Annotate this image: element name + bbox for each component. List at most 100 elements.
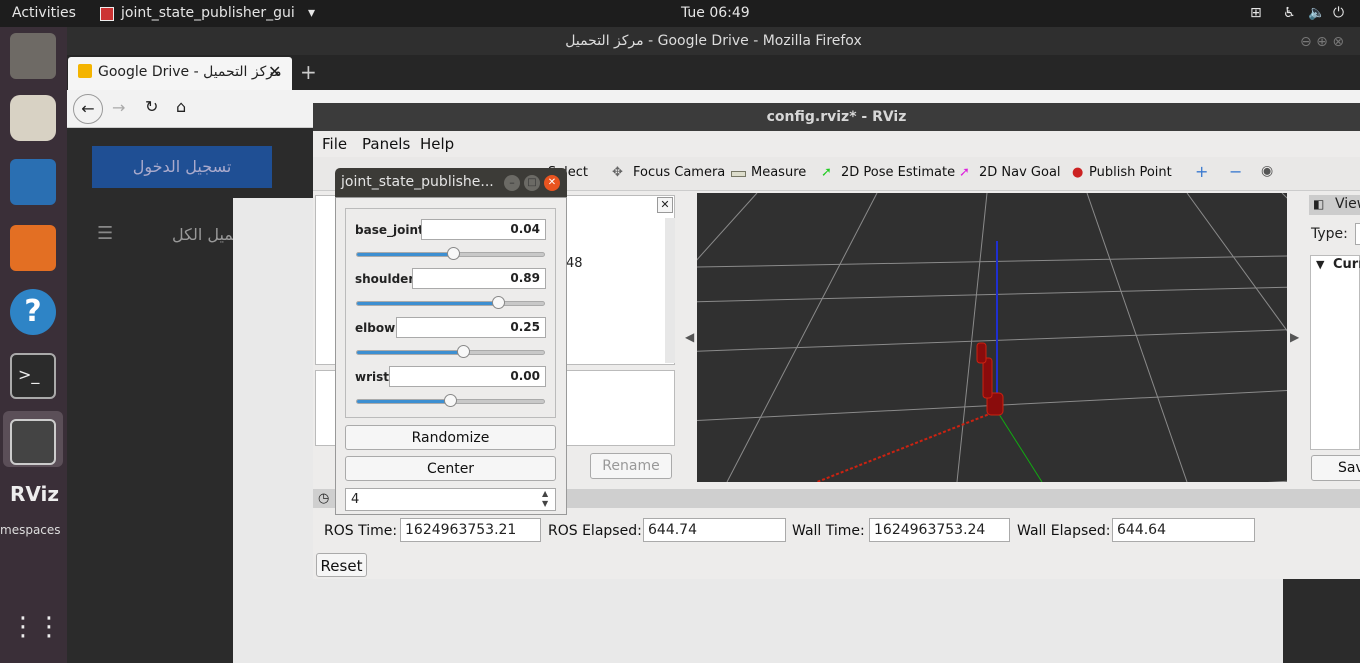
files-icon[interactable] [10, 33, 56, 79]
elbow-label: elbow [355, 321, 396, 335]
writer-icon[interactable] [10, 159, 56, 205]
network-icon[interactable]: ⊞ [1250, 5, 1262, 21]
views-icon: ◧ [1313, 197, 1325, 211]
firefox-tab[interactable]: مركز التحميل - Google Drive ✕ [68, 57, 292, 90]
clock[interactable]: Tue 06:49 [681, 5, 750, 21]
list-icon[interactable]: ☰ [97, 223, 113, 244]
slider-fill [357, 351, 464, 354]
tool-measure[interactable]: Measure [751, 165, 806, 180]
app-menu[interactable]: joint_state_publisher_gui [121, 5, 295, 21]
time-panel: ROS Time: 1624963753.21 ROS Elapsed: 644… [313, 510, 1360, 578]
dock: ? >_ RViz mespaces ⋮⋮ [0, 27, 67, 663]
close-panel-icon[interactable]: ✕ [657, 197, 673, 213]
map-pin-icon: ● [1072, 165, 1084, 180]
rviz-menubar: File Panels Help [313, 131, 1360, 156]
ruler-icon [731, 171, 746, 177]
base-joint-field[interactable]: 0.04 [421, 219, 546, 240]
minimize-icon[interactable]: – [504, 175, 520, 191]
menu-file[interactable]: File [322, 135, 347, 153]
eye-icon[interactable]: ◉ [1261, 163, 1273, 179]
power-icon[interactable]: ⏻ [1333, 5, 1344, 21]
activities-button[interactable]: Activities [12, 5, 76, 21]
expand-icon[interactable]: ▼ [1316, 258, 1324, 271]
add-tool-icon[interactable]: + [1195, 162, 1208, 181]
elbow-slider[interactable] [356, 345, 545, 358]
views-header: ◧ Views [1309, 195, 1360, 215]
rhythmbox-icon[interactable] [10, 95, 56, 141]
3d-viewport[interactable]: ◀ [697, 193, 1287, 482]
slider-knob[interactable] [457, 345, 470, 358]
spinbox-value: 4 [351, 492, 360, 507]
new-tab-button[interactable]: + [300, 60, 317, 84]
wall-time-field[interactable]: 1624963753.24 [869, 518, 1010, 542]
jsp-titlebar: joint_state_publishe... – □ ✕ [335, 168, 567, 197]
close-icon[interactable]: ✕ [544, 175, 560, 191]
spinbox[interactable]: 4 ▲ ▼ [345, 488, 556, 511]
slider-knob[interactable] [444, 394, 457, 407]
slider-knob[interactable] [492, 296, 505, 309]
wall-elapsed-label: Wall Elapsed: [1017, 523, 1111, 539]
viewport-grid [697, 193, 1287, 482]
maximize-icon[interactable]: □ [524, 175, 540, 191]
tool-2d-pose-estimate[interactable]: 2D Pose Estimate [841, 165, 955, 180]
rviz-app-icon[interactable] [10, 419, 56, 465]
elbow-field[interactable]: 0.25 [396, 317, 546, 338]
remove-tool-icon[interactable]: − [1229, 162, 1242, 181]
ros-time-field[interactable]: 1624963753.21 [400, 518, 541, 542]
current-view-label[interactable]: Curr [1333, 257, 1360, 272]
accessibility-icon[interactable]: ♿ [1283, 5, 1296, 21]
save-button[interactable]: Sav [1311, 455, 1360, 481]
slider-knob[interactable] [447, 247, 460, 260]
ros-time-label: ROS Time: [324, 523, 398, 539]
slider-fill [357, 400, 451, 403]
top-bar: Activities joint_state_publisher_gui ▾ T… [0, 0, 1360, 27]
tab-title: مركز التحميل - Google Drive [98, 64, 282, 80]
workspaces-label: mespaces [0, 523, 61, 537]
clock-icon: ◷ [318, 491, 330, 506]
shoulder-field[interactable]: 0.89 [412, 268, 546, 289]
wrist-field[interactable]: 0.00 [389, 366, 546, 387]
randomize-button[interactable]: Randomize [345, 425, 556, 450]
ros-elapsed-field[interactable]: 644.74 [643, 518, 786, 542]
software-center-icon[interactable] [10, 225, 56, 271]
show-apps-icon[interactable]: ⋮⋮ [10, 612, 62, 658]
shoulder-slider[interactable] [356, 296, 545, 309]
login-button[interactable]: تسجيل الدخول [92, 146, 272, 188]
spinbox-arrows-icon[interactable]: ▲ ▼ [542, 489, 548, 509]
display-value: 48 [566, 256, 583, 271]
ros-elapsed-label: ROS Elapsed: [548, 523, 642, 539]
wall-elapsed-field[interactable]: 644.64 [1112, 518, 1255, 542]
volume-icon[interactable]: 🔈 [1308, 5, 1325, 21]
menu-panels[interactable]: Panels [362, 135, 410, 153]
rename-button[interactable]: Rename [590, 453, 672, 479]
nav-arrow-icon: ➚ [959, 165, 970, 180]
menu-help[interactable]: Help [420, 135, 454, 153]
type-label: Type: [1311, 226, 1348, 242]
slider-fill [357, 253, 454, 256]
views-title: Views [1335, 196, 1360, 212]
tool-2d-nav-goal[interactable]: 2D Nav Goal [979, 165, 1061, 180]
window-controls[interactable]: ⊖ ⊕ ⊗ [1300, 34, 1344, 50]
firefox-title: مركز التحميل - Google Drive - Mozilla Fi… [67, 27, 1360, 55]
rviz-icon[interactable]: RViz [10, 482, 59, 528]
chevron-down-icon[interactable]: ▾ [308, 5, 315, 21]
help-icon[interactable]: ? [10, 289, 56, 335]
wrist-slider[interactable] [356, 394, 545, 407]
reset-button[interactable]: Reset [316, 553, 367, 577]
close-tab-icon[interactable]: ✕ [268, 62, 281, 81]
center-button[interactable]: Center [345, 456, 556, 481]
tool-publish-point[interactable]: Publish Point [1089, 165, 1172, 180]
tool-focus-camera[interactable]: Focus Camera [633, 165, 725, 180]
right-splitter-icon[interactable]: ▶ [1290, 330, 1299, 344]
home-icon[interactable]: ⌂ [176, 97, 186, 116]
left-splitter-icon[interactable]: ◀ [685, 330, 694, 344]
app-icon [100, 7, 114, 21]
type-select[interactable] [1355, 223, 1360, 245]
reload-icon[interactable]: ↻ [145, 97, 158, 116]
base-joint-slider[interactable] [356, 247, 545, 260]
panel-scrollbar[interactable] [665, 218, 675, 363]
terminal-icon[interactable]: >_ [10, 353, 56, 399]
views-tree: ▼ Curr [1310, 255, 1360, 450]
forward-icon[interactable]: → [112, 98, 125, 117]
back-icon[interactable]: ← [73, 94, 103, 124]
